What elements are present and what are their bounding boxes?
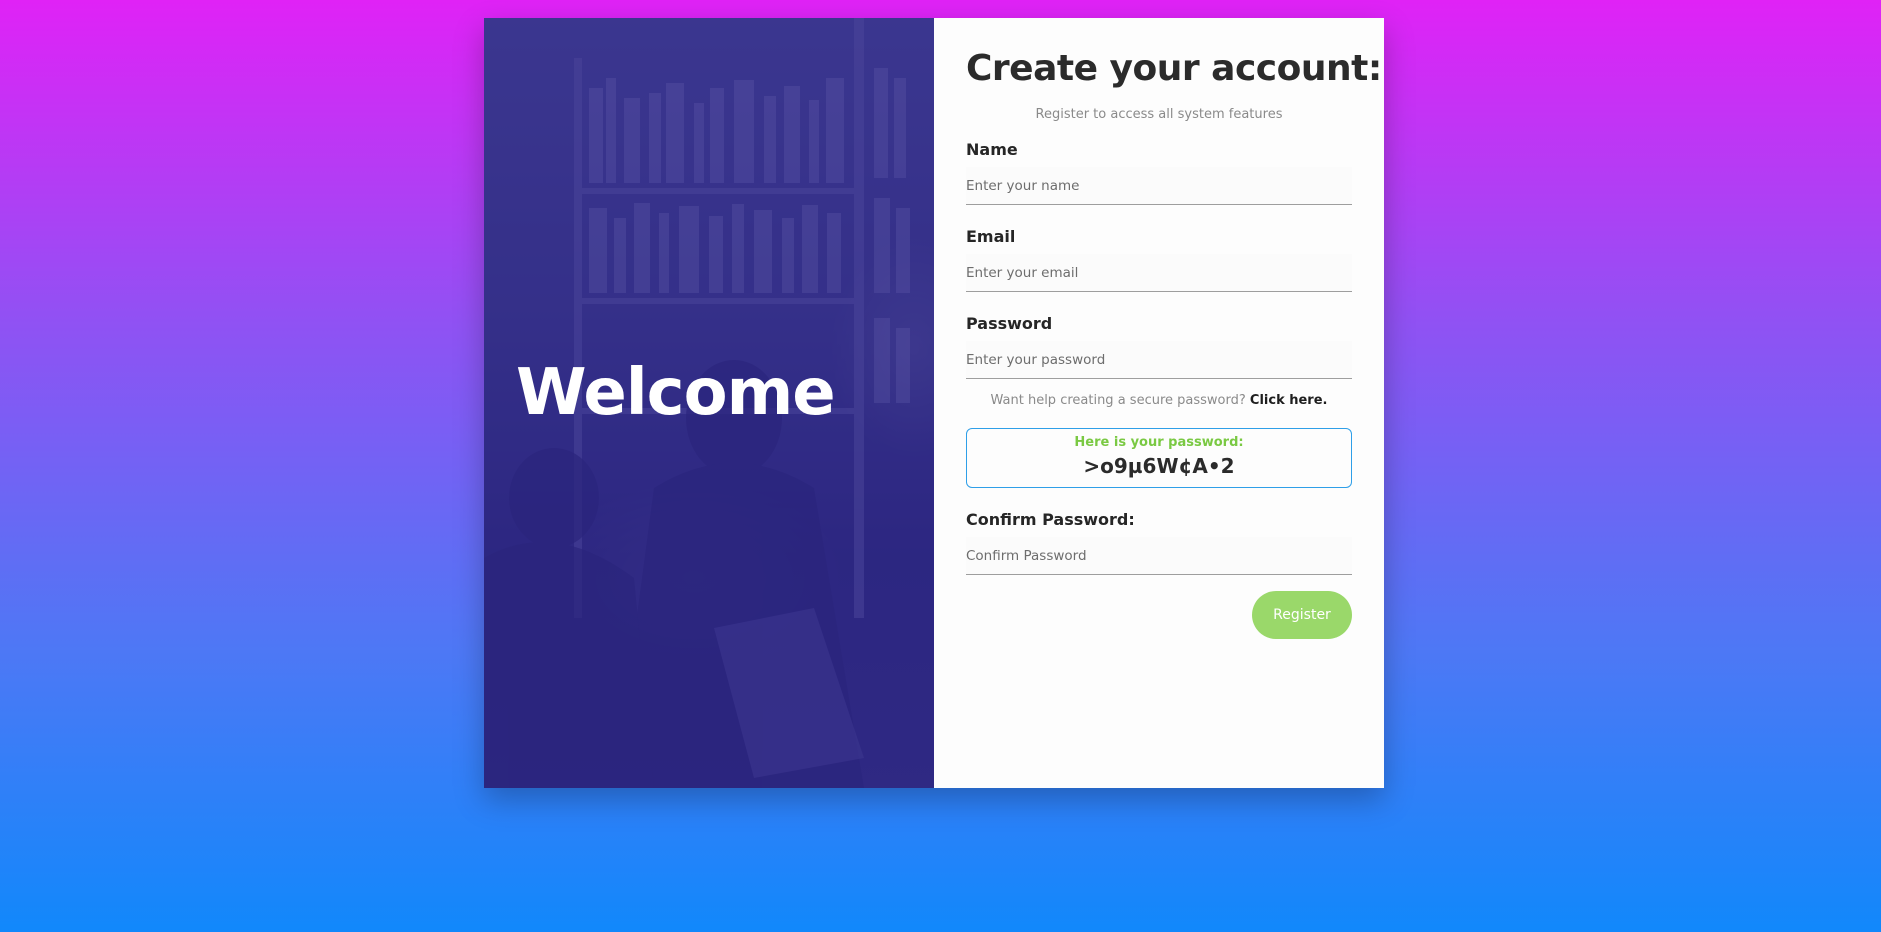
form-title: Create your account: — [966, 48, 1382, 89]
name-input[interactable] — [966, 167, 1352, 205]
register-button[interactable]: Register — [1252, 591, 1352, 639]
password-label: Password — [966, 314, 1053, 333]
confirm-password-label: Confirm Password: — [966, 510, 1135, 529]
password-input[interactable] — [966, 341, 1352, 379]
button-row: Register — [966, 591, 1352, 639]
confirm-password-input[interactable] — [966, 537, 1352, 575]
generated-password-value: >o9µ6W¢A•2 — [1083, 454, 1235, 478]
form-subtitle: Register to access all system features — [1035, 107, 1283, 122]
email-label: Email — [966, 227, 1016, 246]
password-help: Want help creating a secure password? Cl… — [966, 393, 1352, 408]
password-help-text: Want help creating a secure password? — [990, 393, 1246, 408]
welcome-panel: Welcome — [484, 18, 934, 788]
form-panel: Create your account: Register to access … — [934, 18, 1384, 788]
name-label: Name — [966, 140, 1018, 159]
welcome-heading: Welcome — [516, 356, 836, 430]
generated-password-box: Here is your password: >o9µ6W¢A•2 — [966, 428, 1352, 488]
email-input[interactable] — [966, 254, 1352, 292]
register-card: Welcome Create your account: Register to… — [484, 18, 1384, 788]
generated-password-title: Here is your password: — [1074, 435, 1244, 450]
password-help-link[interactable]: Click here. — [1250, 393, 1328, 408]
